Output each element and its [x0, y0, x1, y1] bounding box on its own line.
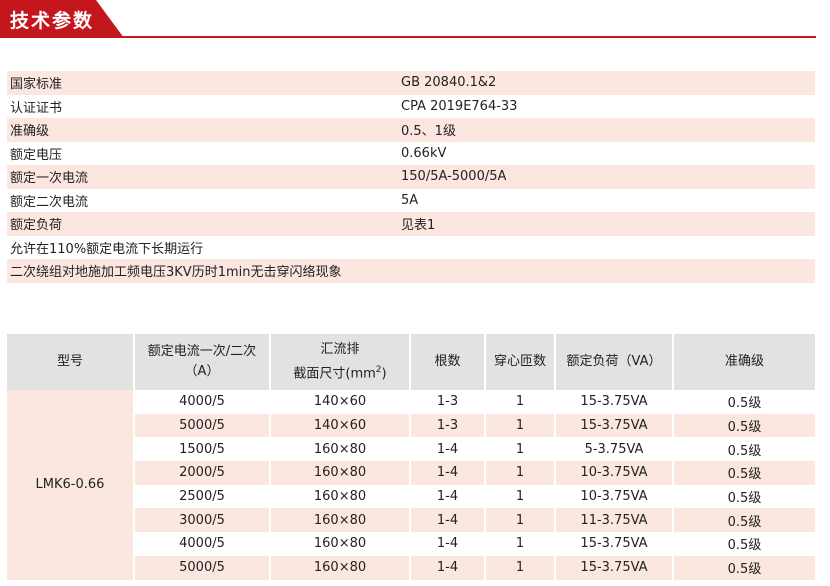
cell-busbar: 160×80 — [269, 437, 410, 462]
cell-accuracy: 0.5级 — [672, 484, 815, 509]
spec-label: 额定一次电流 — [10, 171, 89, 187]
spec-value: 见表1 — [401, 218, 436, 234]
cell-count: 1-4 — [409, 484, 485, 509]
spec-label: 额定电压 — [10, 147, 63, 163]
cell-load: 15-3.75VA — [554, 532, 673, 556]
spec-value: 5A — [401, 192, 419, 208]
cell-load: 15-3.75VA — [554, 390, 673, 414]
spec-label: 额定负荷 — [10, 218, 63, 234]
header-model: 型号 — [7, 334, 134, 390]
cell-turns: 1 — [484, 413, 555, 438]
cell-current: 4000/5 — [133, 390, 270, 414]
header-turns: 穿心匝数 — [484, 334, 555, 390]
model-cell: LMK6-0.66 — [7, 390, 134, 580]
spec-row: 额定电压 0.66kV — [7, 142, 815, 166]
cell-count: 1-4 — [409, 555, 485, 580]
cell-load: 5-3.75VA — [554, 437, 673, 462]
cell-turns: 1 — [484, 390, 555, 414]
cell-accuracy: 0.5级 — [672, 461, 815, 485]
spec-note-row: 二次绕组对地施加工频电压3KV历时1min无击穿闪络现象 — [7, 259, 815, 283]
spec-label: 额定二次电流 — [10, 194, 89, 210]
cell-turns: 1 — [484, 461, 555, 485]
cell-load: 10-3.75VA — [554, 461, 673, 485]
cell-count: 1-4 — [409, 508, 485, 533]
cell-count: 1-4 — [409, 437, 485, 462]
cell-count: 1-3 — [409, 413, 485, 438]
header-load: 额定负荷（VA） — [554, 334, 673, 390]
header-busbar-end: ) — [381, 366, 387, 382]
spec-row: 国家标准 GB 20840.1&2 — [7, 71, 815, 95]
cell-current: 5000/5 — [133, 555, 270, 580]
spec-note: 允许在110%额定电流下长期运行 — [10, 241, 204, 257]
spec-value: 0.5、1级 — [401, 124, 456, 140]
section-title: 技术参数 — [10, 10, 95, 32]
spec-label: 准确级 — [10, 124, 50, 140]
header-count: 根数 — [409, 334, 485, 390]
cell-busbar: 160×80 — [269, 508, 410, 533]
cell-current: 4000/5 — [133, 532, 270, 556]
spec-note-row: 允许在110%额定电流下长期运行 — [7, 236, 815, 260]
cell-turns: 1 — [484, 437, 555, 462]
table-row: LMK6-0.66 4000/5 140×60 1-3 1 15-3.75VA … — [7, 390, 815, 580]
cell-load: 10-3.75VA — [554, 484, 673, 509]
cell-accuracy: 0.5级 — [672, 532, 815, 556]
cell-turns: 1 — [484, 484, 555, 509]
spec-row: 额定二次电流 5A — [7, 189, 815, 213]
header-divider — [0, 36, 816, 38]
cell-load: 15-3.75VA — [554, 555, 673, 580]
cell-current: 1500/5 — [133, 437, 270, 462]
spec-row: 认证证书 CPA 2019E764-33 — [7, 95, 815, 119]
cell-busbar: 140×60 — [269, 390, 410, 414]
spec-label: 国家标准 — [10, 77, 63, 93]
cell-busbar: 160×80 — [269, 532, 410, 556]
section-header: 技术参数 — [0, 0, 820, 38]
spec-label: 认证证书 — [10, 100, 63, 116]
cell-turns: 1 — [484, 532, 555, 556]
cell-current: 5000/5 — [133, 413, 270, 438]
cell-busbar: 160×80 — [269, 461, 410, 485]
header-current: 额定电流一次/二次 （A） — [133, 334, 270, 390]
cell-load: 11-3.75VA — [554, 508, 673, 533]
spec-list: 国家标准 GB 20840.1&2 认证证书 CPA 2019E764-33 准… — [7, 71, 815, 283]
cell-accuracy: 0.5级 — [672, 413, 815, 438]
cell-accuracy: 0.5级 — [672, 508, 815, 533]
spec-row: 额定一次电流 150/5A-5000/5A — [7, 165, 815, 189]
model-table: 型号 额定电流一次/二次 （A） 汇流排 截面尺寸(mm2) 根数 穿心匝数 额定负… — [7, 334, 815, 580]
header-busbar-line2: 截面尺寸(mm — [293, 366, 376, 382]
cell-busbar: 140×60 — [269, 413, 410, 438]
cell-accuracy: 0.5级 — [672, 437, 815, 462]
table-header-row: 型号 额定电流一次/二次 （A） 汇流排 截面尺寸(mm2) 根数 穿心匝数 额定负… — [7, 334, 815, 390]
spec-note: 二次绕组对地施加工频电压3KV历时1min无击穿闪络现象 — [10, 265, 342, 281]
cell-accuracy: 0.5级 — [672, 555, 815, 580]
cell-count: 1-3 — [409, 390, 485, 414]
cell-busbar: 160×80 — [269, 555, 410, 580]
header-current-line1: 额定电流一次/二次 — [147, 344, 257, 359]
spec-value: 150/5A-5000/5A — [401, 169, 507, 185]
cell-count: 1-4 — [409, 461, 485, 485]
header-busbar: 汇流排 截面尺寸(mm2) — [269, 334, 410, 390]
header-busbar-line1: 汇流排 — [320, 341, 360, 357]
cell-current: 2000/5 — [133, 461, 270, 485]
header-accuracy: 准确级 — [672, 334, 815, 390]
spec-value: CPA 2019E764-33 — [401, 98, 518, 114]
cell-count: 1-4 — [409, 532, 485, 556]
cell-busbar: 160×80 — [269, 484, 410, 509]
cell-accuracy: 0.5级 — [672, 390, 815, 414]
spec-value: 0.66kV — [401, 145, 447, 161]
cell-turns: 1 — [484, 508, 555, 533]
header-current-line2: （A） — [184, 364, 220, 379]
cell-turns: 1 — [484, 555, 555, 580]
cell-current: 2500/5 — [133, 484, 270, 509]
spec-value: GB 20840.1&2 — [401, 75, 497, 91]
cell-current: 3000/5 — [133, 508, 270, 533]
cell-load: 15-3.75VA — [554, 413, 673, 438]
spec-row: 额定负荷 见表1 — [7, 212, 815, 236]
spec-row: 准确级 0.5、1级 — [7, 118, 815, 142]
